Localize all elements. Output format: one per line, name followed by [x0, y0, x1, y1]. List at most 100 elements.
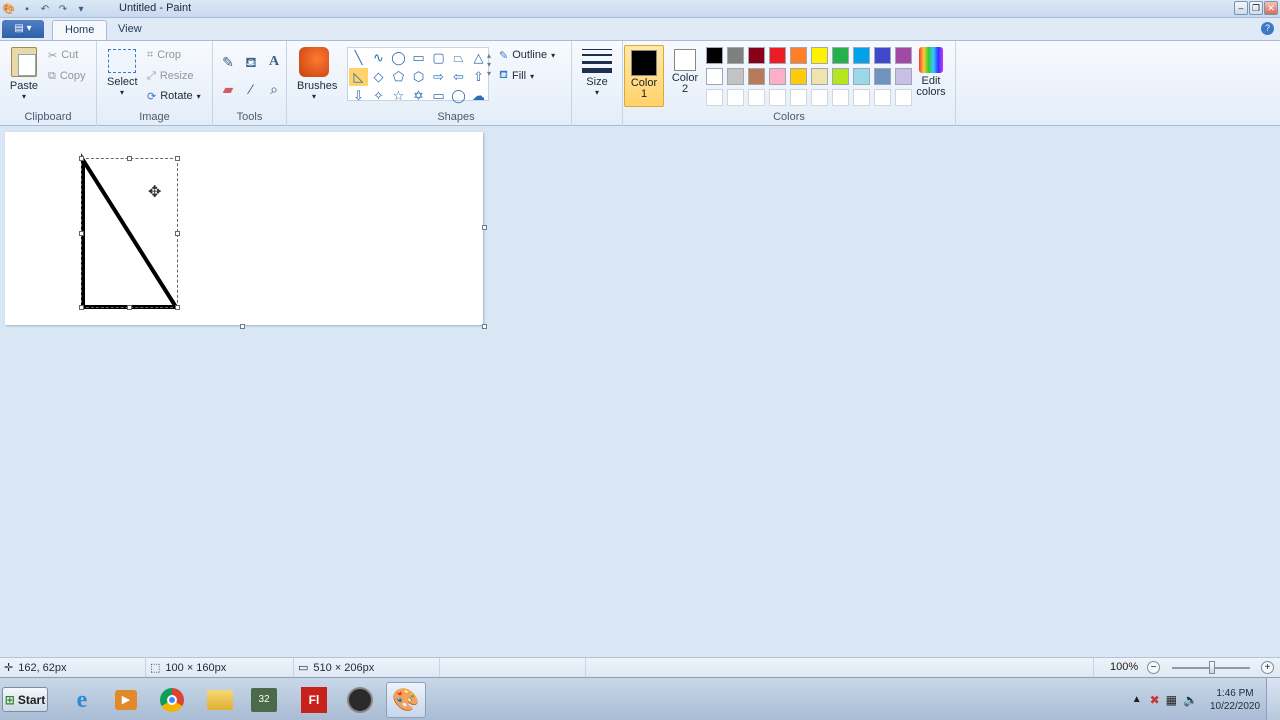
network-icon[interactable]: ▦	[1166, 693, 1177, 707]
image-group: Select ▾ ⌗ Crop ⤢ Resize ⟳ Rotate ▾ Image	[97, 41, 213, 126]
four-point-star-shape-icon[interactable]: ✧	[369, 87, 388, 105]
minimize-button[interactable]: ‒	[1234, 1, 1248, 15]
diamond-shape-icon[interactable]: ◇	[369, 68, 388, 86]
cursor-position-icon: ✛	[4, 661, 14, 674]
show-desktop-button[interactable]	[1266, 678, 1280, 720]
shapes-scroll-arrows[interactable]: ▴ ▾ ▾	[487, 51, 491, 78]
zoom-level: 100%	[1110, 661, 1139, 673]
taskbar-internet-explorer[interactable]: e	[62, 682, 102, 718]
magnifier-icon[interactable]: ⌕	[264, 78, 284, 102]
brushes-group: Brushes ▾	[287, 41, 341, 126]
down-arrow-shape-icon[interactable]: ⇩	[349, 87, 368, 105]
copy-button[interactable]: ⧉ Copy	[48, 68, 86, 84]
taskbar-paint[interactable]: 🎨	[386, 682, 426, 718]
tab-home[interactable]: Home	[52, 20, 108, 40]
paste-button[interactable]: Paste ▾	[8, 47, 40, 101]
save-icon[interactable]: ▪	[20, 2, 34, 16]
maximize-button[interactable]: ❐	[1249, 1, 1263, 15]
taskbar-file-explorer[interactable]	[200, 682, 240, 718]
scissors-icon: ✂	[48, 49, 58, 62]
status-bar: ✛ 162, 62px ⬚ 100 × 160px ▭ 510 × 206px …	[0, 657, 1280, 678]
color-picker-icon[interactable]: ⁄	[241, 78, 261, 102]
help-icon[interactable]: ?	[1261, 22, 1274, 35]
tab-view[interactable]: View	[106, 20, 154, 40]
select-button[interactable]: Select ▾	[107, 49, 138, 97]
text-tool-icon[interactable]: A	[264, 51, 284, 75]
chrome-icon	[160, 688, 184, 712]
close-button[interactable]: ✕	[1264, 1, 1278, 15]
flash-icon: Fl	[301, 687, 327, 713]
curve-shape-icon[interactable]: ∿	[369, 49, 388, 67]
rotate-icon: ⟳	[147, 90, 157, 103]
taskbar-chrome[interactable]	[152, 682, 192, 718]
tools-group: ✎ ⛾ A ▰ ⁄ ⌕ Tools	[213, 41, 287, 126]
pentagon-shape-icon[interactable]: ⬠	[389, 68, 408, 86]
fill-icon: ⛾	[499, 69, 508, 81]
drawing-canvas[interactable]: ✥	[5, 132, 483, 325]
colors-group: Colors	[622, 41, 956, 126]
paint-menu-button[interactable]: ▤ ▾	[2, 20, 44, 38]
canvas-resize-handle-right[interactable]	[482, 225, 487, 230]
eraser-icon[interactable]: ▰	[218, 78, 238, 102]
zoom-out-button[interactable]: −	[1147, 661, 1160, 674]
five-point-star-shape-icon[interactable]: ☆	[389, 87, 408, 105]
taskbar-flash[interactable]: Fl	[294, 682, 334, 718]
taskbar-app-network[interactable]: 32	[244, 682, 284, 718]
move-cursor-icon: ✥	[148, 184, 162, 201]
tray-app-icon[interactable]: ✖	[1150, 693, 1160, 707]
title-bar: 🎨 ▪ ↶ ↷ ▾ Untitled - Paint ‒ ❐ ✕	[0, 0, 1280, 18]
crop-button[interactable]: ⌗ Crop	[147, 47, 181, 63]
fill-bucket-icon[interactable]: ⛾	[241, 51, 261, 75]
up-arrow-shape-icon[interactable]: ⇧	[469, 68, 488, 86]
resize-button[interactable]: ⤢ Resize	[147, 68, 193, 84]
start-button[interactable]: ⊞ Start	[2, 687, 48, 712]
show-hidden-icons[interactable]: ▲	[1132, 694, 1142, 705]
canvas-resize-handle-bottom[interactable]	[240, 324, 245, 329]
pencil-icon[interactable]: ✎	[218, 51, 238, 75]
volume-icon[interactable]: 🔈	[1183, 693, 1198, 707]
line-shape-icon[interactable]: ╲	[349, 49, 368, 67]
shapes-gallery: ╲ ∿ ◯ ▭ ▢ ⏢ △ ◺ ◇ ⬠ ⬡ ⇨ ⇦ ⇧ ⇩ ✧ ☆ ✡ ▭ ◯ …	[347, 47, 489, 103]
paint-app-icon[interactable]: 🎨	[2, 2, 16, 16]
status-empty-2	[586, 658, 1094, 678]
clock[interactable]: 1:46 PM 10/22/2020	[1204, 687, 1266, 713]
rectangle-callout-shape-icon[interactable]: ▭	[429, 87, 448, 105]
clipboard-icon	[11, 47, 37, 77]
zoom-in-button[interactable]: +	[1261, 661, 1274, 674]
oval-callout-shape-icon[interactable]: ◯	[449, 87, 468, 105]
fill-button[interactable]: ⛾ Fill ▾	[499, 68, 534, 84]
internet-explorer-icon: e	[76, 686, 88, 713]
triangle-shape-icon[interactable]: △	[469, 49, 488, 67]
customize-qat-icon[interactable]: ▾	[74, 2, 88, 16]
polygon-shape-icon[interactable]: ⏢	[449, 49, 468, 67]
size-button[interactable]: Size ▾	[580, 49, 614, 97]
quick-access-toolbar: 🎨 ▪ ↶ ↷ ▾	[2, 1, 88, 17]
rounded-rectangle-shape-icon[interactable]: ▢	[429, 49, 448, 67]
cloud-callout-shape-icon[interactable]: ☁	[469, 87, 488, 105]
outline-button[interactable]: ✎ Outline ▾	[499, 47, 555, 63]
undo-icon[interactable]: ↶	[38, 2, 52, 16]
redo-icon[interactable]: ↷	[56, 2, 70, 16]
zoom-slider-thumb[interactable]	[1209, 661, 1215, 674]
shapes-group: ╲ ∿ ◯ ▭ ▢ ⏢ △ ◺ ◇ ⬠ ⬡ ⇨ ⇦ ⇧ ⇩ ✧ ☆ ✡ ▭ ◯ …	[341, 41, 572, 126]
hexagon-shape-icon[interactable]: ⬡	[409, 68, 428, 86]
taskbar: ⊞ Start e ▶ 32 Fl 🎨 ▲ ✖ ▦ 🔈 1:46 PM 10/2…	[0, 677, 1280, 720]
taskbar-obs[interactable]	[340, 682, 380, 718]
right-triangle-shape-icon[interactable]: ◺	[349, 68, 368, 86]
crop-icon: ⌗	[147, 48, 154, 61]
right-arrow-shape-icon[interactable]: ⇨	[429, 68, 448, 86]
network-app-icon: 32	[251, 688, 277, 712]
rectangle-shape-icon[interactable]: ▭	[409, 49, 428, 67]
cut-button[interactable]: ✂ Cut	[48, 47, 78, 63]
resize-icon: ⤢	[147, 69, 156, 82]
selection-box[interactable]	[79, 156, 180, 310]
six-point-star-shape-icon[interactable]: ✡	[409, 87, 428, 105]
brushes-button[interactable]: Brushes ▾	[297, 47, 337, 101]
cursor-position: ✛ 162, 62px	[0, 658, 146, 678]
left-arrow-shape-icon[interactable]: ⇦	[449, 68, 468, 86]
rotate-button[interactable]: ⟳ Rotate ▾	[147, 88, 201, 104]
canvas-resize-handle-corner[interactable]	[482, 324, 487, 329]
oval-shape-icon[interactable]: ◯	[389, 49, 408, 67]
taskbar-media-player[interactable]: ▶	[106, 682, 146, 718]
selection-size-icon: ⬚	[150, 661, 161, 674]
